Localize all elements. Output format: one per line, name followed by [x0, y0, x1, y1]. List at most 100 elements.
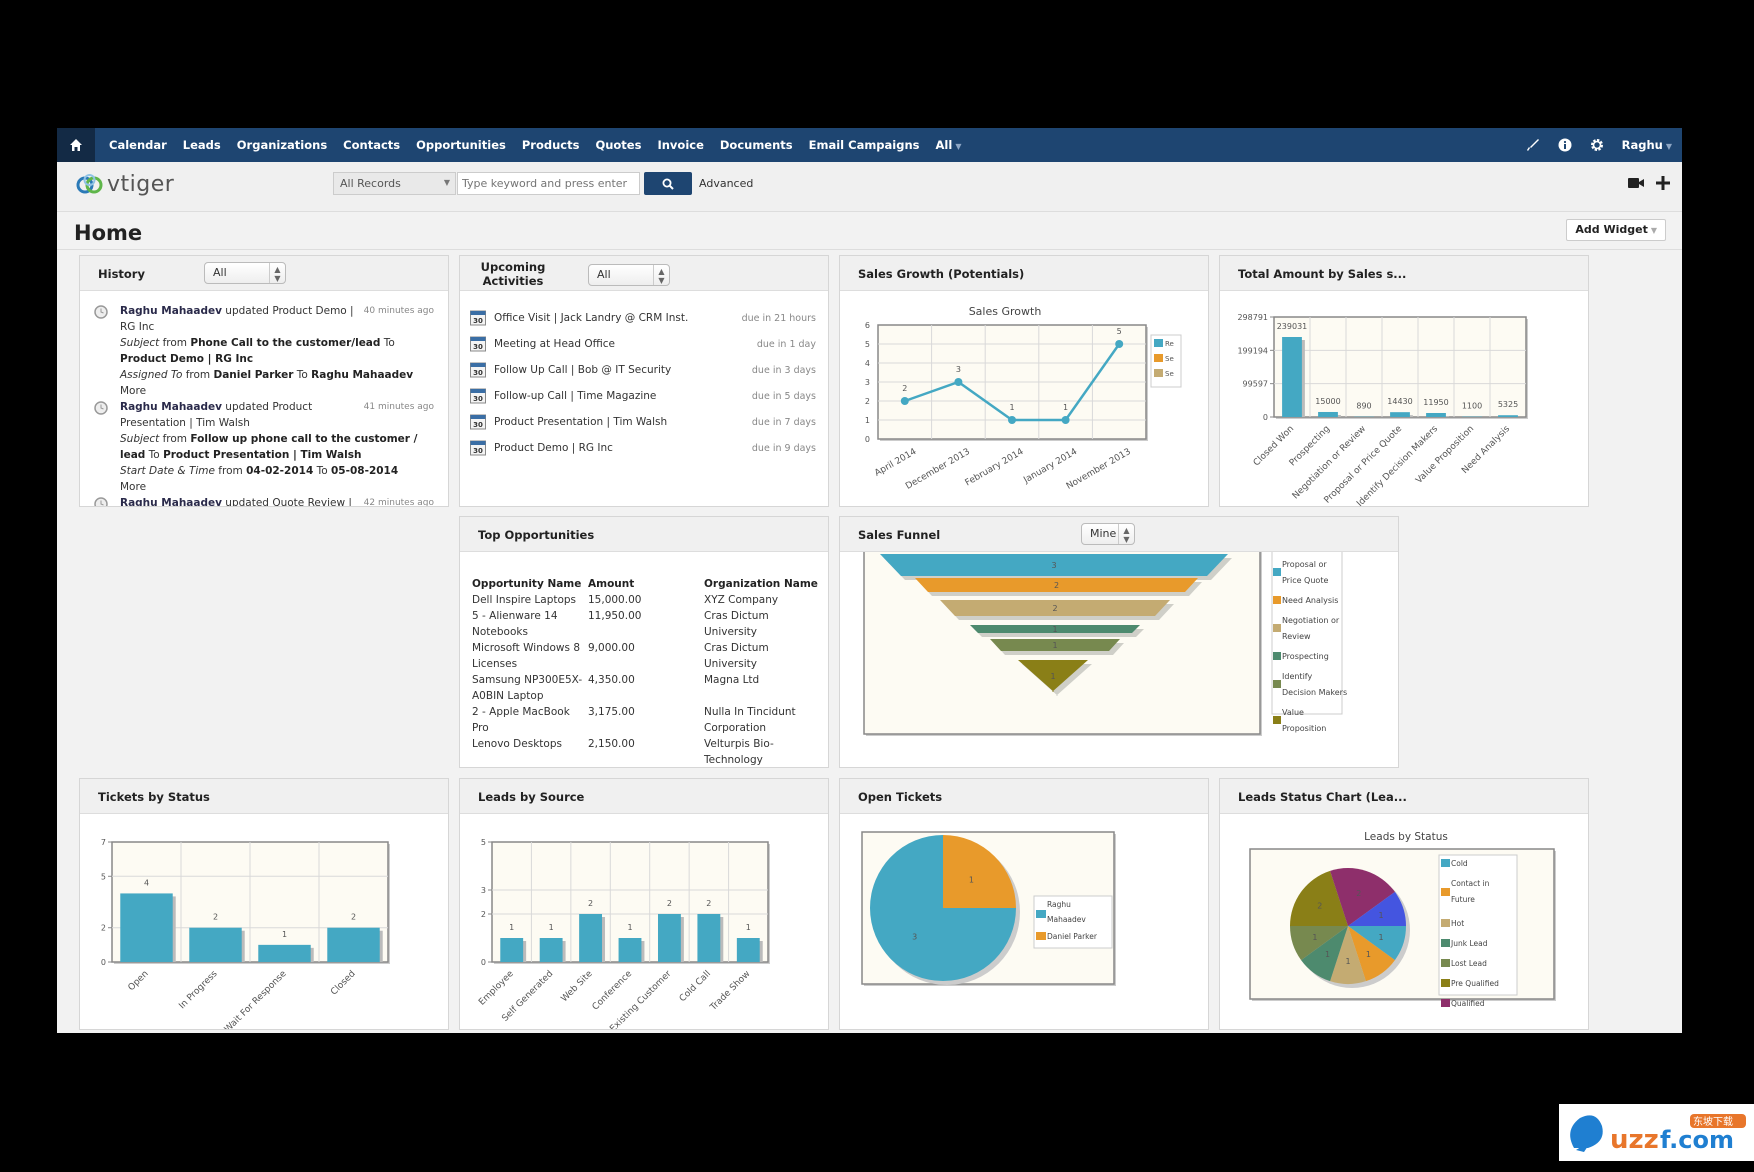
bar[interactable] — [539, 938, 563, 962]
widget-title: Tickets by Status — [98, 790, 210, 804]
global-search-input[interactable] — [457, 172, 640, 195]
nav-item-opportunities[interactable]: Opportunities — [416, 138, 506, 152]
video-camera-icon[interactable] — [1628, 177, 1644, 189]
vtiger-logo[interactable]: vtiger — [75, 172, 174, 197]
activity-name[interactable]: Follow-up Call | Time Magazine — [494, 390, 752, 402]
svg-text:30: 30 — [473, 343, 483, 351]
user-link[interactable]: Raghu Mahaadev — [120, 401, 222, 413]
paint-brush-icon[interactable] — [1526, 138, 1540, 152]
chevron-down-icon: ▼ — [1665, 142, 1672, 151]
nav-item-documents[interactable]: Documents — [720, 138, 793, 152]
organization-name[interactable]: XYZ Company — [704, 592, 822, 608]
add-widget-button[interactable]: Add Widget ▼ — [1566, 219, 1666, 241]
bar[interactable] — [1498, 415, 1518, 417]
legend-label: Pre Qualified — [1451, 979, 1499, 988]
table-row[interactable]: 2 - Apple MacBook Pro 3,175.00 Nulla In Ti… — [472, 704, 822, 736]
organization-name[interactable]: Magna Ltd — [704, 672, 822, 704]
organization-name[interactable]: Velturpis Bio-Technology — [704, 736, 822, 767]
table-row[interactable]: Dell Inspire Laptops 15,000.00 XYZ Company — [472, 592, 822, 608]
nav-item-products[interactable]: Products — [522, 138, 580, 152]
nav-item-all[interactable]: All ▼ — [936, 138, 962, 152]
activity-due: due in 9 days — [751, 442, 816, 454]
y-tick-label: 3 — [481, 886, 486, 895]
widget-title: Sales Funnel — [858, 528, 941, 542]
activities-filter-select[interactable]: All ▲ ▼ — [588, 264, 670, 286]
bar[interactable] — [189, 927, 242, 962]
nav-item-invoice[interactable]: Invoice — [657, 138, 703, 152]
data-point[interactable] — [900, 397, 909, 405]
plus-icon[interactable] — [1656, 176, 1670, 190]
activity-item[interactable]: 30 Product Presentation | Tim Walsh due in… — [470, 409, 816, 435]
opportunity-name[interactable]: 5 - Alienware 14 Notebooks — [472, 608, 588, 640]
chart-legend: Re Se Se — [1150, 334, 1182, 388]
y-tick-label: 199194 — [1237, 346, 1268, 355]
data-point[interactable] — [1008, 416, 1016, 424]
bar[interactable] — [258, 944, 311, 962]
activity-item[interactable]: 30 Follow Up Call | Bob @ IT Security due … — [470, 357, 816, 383]
data-point[interactable] — [954, 378, 963, 386]
bar[interactable] — [736, 938, 760, 962]
info-icon[interactable] — [1558, 138, 1572, 152]
bar[interactable] — [579, 914, 603, 962]
search-scope-select[interactable]: All Records ▼ — [333, 172, 456, 195]
total-amount-widget: Total Amount by Sales s... 0 99597 199194 2… — [1219, 255, 1589, 507]
activity-item[interactable]: 30 Office Visit | Jack Landry @ CRM Inst.… — [470, 305, 816, 331]
bar[interactable] — [657, 914, 681, 962]
user-link[interactable]: Raghu Mahaadev — [120, 497, 222, 506]
opportunity-name[interactable]: 2 - Apple MacBook Pro — [472, 704, 588, 736]
nav-item-contacts[interactable]: Contacts — [343, 138, 400, 152]
bar[interactable] — [1426, 413, 1446, 417]
funnel-filter-select[interactable]: Mine ▲ ▼ — [1081, 523, 1135, 545]
activity-name[interactable]: Meeting at Head Office — [494, 338, 757, 350]
bar[interactable] — [327, 927, 380, 962]
opportunity-name[interactable]: Lenovo Desktops — [472, 736, 588, 767]
search-button[interactable] — [644, 172, 692, 195]
history-filter-select[interactable]: All ▲ ▼ — [204, 262, 286, 284]
bar[interactable] — [1282, 337, 1302, 417]
activity-item[interactable]: 30 Product Demo | RG Inc due in 9 days — [470, 435, 816, 461]
bar[interactable] — [500, 938, 524, 962]
home-button[interactable] — [57, 128, 95, 162]
organization-name[interactable]: Cras Dictum University — [704, 640, 822, 672]
user-link[interactable]: Raghu Mahaadev — [120, 305, 222, 317]
more-link[interactable]: More — [120, 383, 434, 399]
bar[interactable] — [120, 893, 173, 962]
opportunity-name[interactable]: Dell Inspire Laptops — [472, 592, 588, 608]
search-scope-value: All Records — [340, 177, 401, 190]
data-point[interactable] — [1061, 416, 1070, 424]
calendar-icon: 30 — [470, 414, 486, 430]
table-row[interactable]: Samsung NP300E5X-A0BIN Laptop 4,350.00 Mag… — [472, 672, 822, 704]
nav-item-leads[interactable]: Leads — [183, 138, 221, 152]
opportunity-name[interactable]: Microsoft Windows 8 Licenses — [472, 640, 588, 672]
advanced-search-link[interactable]: Advanced — [699, 177, 753, 190]
watermark-logo: uzz f.com 东坡下载 — [1559, 1104, 1754, 1161]
organization-name[interactable]: Nulla In Tincidunt Corporation — [704, 704, 822, 736]
nav-item-organizations[interactable]: Organizations — [237, 138, 327, 152]
nav-item-calendar[interactable]: Calendar — [109, 138, 167, 152]
activity-name[interactable]: Product Demo | RG Inc — [494, 442, 752, 454]
legend-swatch — [1441, 919, 1450, 927]
activity-name[interactable]: Product Presentation | Tim Walsh — [494, 416, 752, 428]
bar[interactable] — [1390, 412, 1410, 417]
table-row[interactable]: Lenovo Desktops 2,150.00 Velturpis Bio-Tec… — [472, 736, 822, 767]
x-tick-label: In Progress — [177, 969, 219, 1011]
nav-item-quotes[interactable]: Quotes — [595, 138, 641, 152]
data-point[interactable] — [1115, 340, 1124, 348]
x-tick-label: Web Site — [560, 969, 596, 1005]
organization-name[interactable]: Cras Dictum University — [704, 608, 822, 640]
user-menu[interactable]: Raghu ▼ — [1622, 138, 1672, 152]
opportunity-name[interactable]: Samsung NP300E5X-A0BIN Laptop — [472, 672, 588, 704]
calendar-icon: 30 — [470, 310, 486, 326]
activity-name[interactable]: Office Visit | Jack Landry @ CRM Inst. — [494, 312, 742, 324]
activity-item[interactable]: 30 Meeting at Head Office due in 1 day — [470, 331, 816, 357]
more-link[interactable]: More — [120, 479, 434, 495]
activity-name[interactable]: Follow Up Call | Bob @ IT Security — [494, 364, 752, 376]
gear-icon[interactable] — [1590, 138, 1604, 152]
bar[interactable] — [1318, 411, 1338, 417]
activity-item[interactable]: 30 Follow-up Call | Time Magazine due in 5… — [470, 383, 816, 409]
bar[interactable] — [618, 938, 642, 962]
table-row[interactable]: 5 - Alienware 14 Notebooks 11,950.00 Cras … — [472, 608, 822, 640]
table-row[interactable]: Microsoft Windows 8 Licenses 9,000.00 Cras… — [472, 640, 822, 672]
bar[interactable] — [697, 914, 721, 962]
nav-item-email-campaigns[interactable]: Email Campaigns — [809, 138, 920, 152]
